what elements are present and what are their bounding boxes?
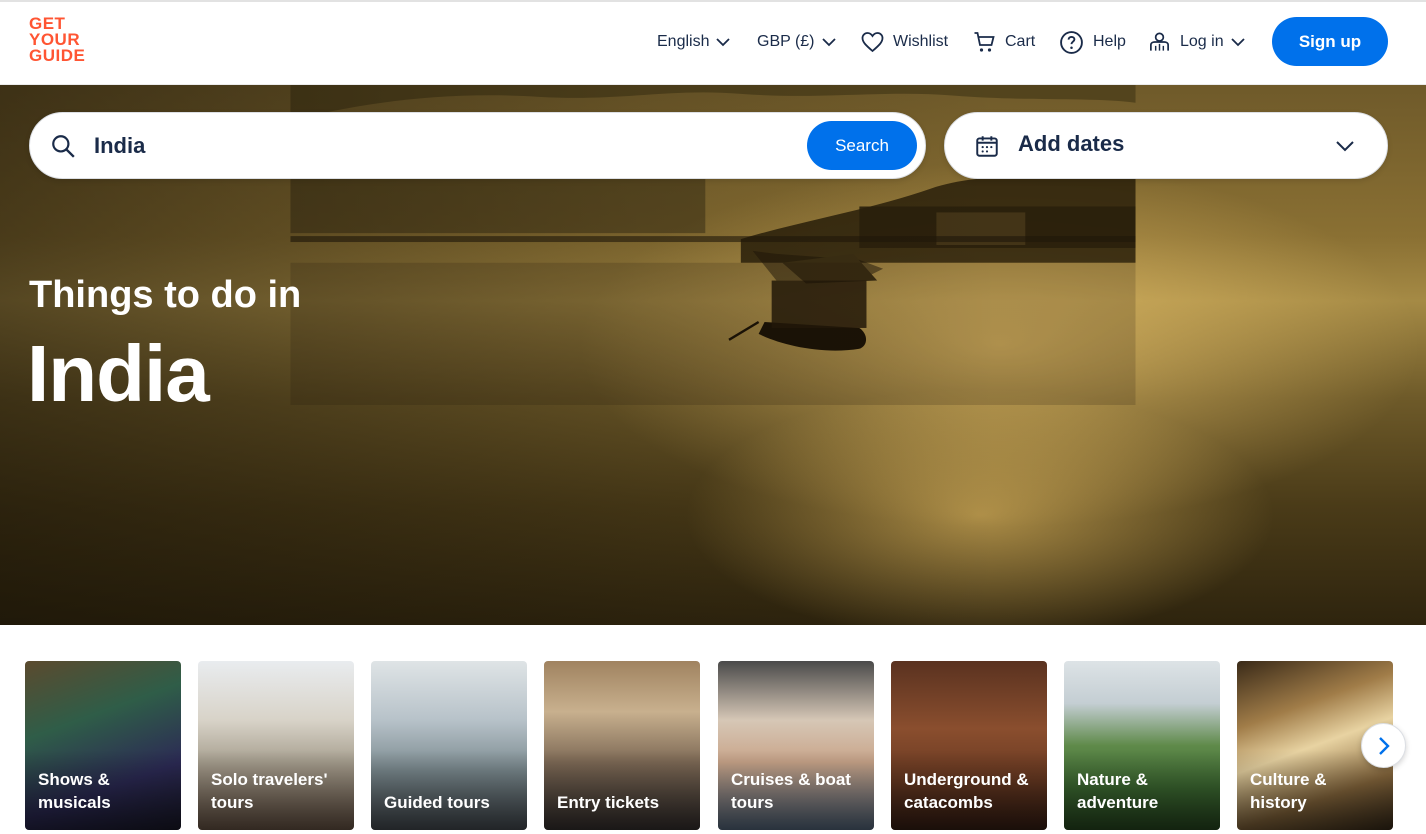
- cart-icon: [974, 32, 995, 52]
- category-card-entry-tickets[interactable]: Entry tickets: [544, 661, 700, 830]
- category-card-underground-catacombs[interactable]: Underground & catacombs: [891, 661, 1047, 830]
- currency-selector[interactable]: GBP (£): [757, 28, 837, 56]
- date-picker[interactable]: Add dates: [944, 112, 1388, 179]
- carousel-next-button[interactable]: [1361, 723, 1406, 768]
- calendar-icon: [976, 136, 998, 157]
- category-carousel: Shows & musicals Solo travelers' tours G…: [0, 661, 1426, 831]
- search-input[interactable]: India: [94, 133, 145, 159]
- category-label: Cruises & boat tours: [731, 770, 851, 812]
- chevron-down-icon: [821, 38, 836, 47]
- language-selector[interactable]: English: [657, 28, 731, 56]
- cart-link[interactable]: Cart: [972, 28, 1035, 56]
- chevron-down-icon: [716, 38, 731, 47]
- card-shade: [544, 750, 700, 830]
- category-card-shows-musicals[interactable]: Shows & musicals: [25, 661, 181, 830]
- getyourguide-logo[interactable]: GET YOUR GUIDE: [29, 15, 93, 68]
- language-label: English: [657, 33, 710, 50]
- category-label: Culture & history: [1250, 770, 1327, 812]
- heart-icon: [861, 32, 884, 53]
- help-icon: [1060, 30, 1083, 54]
- wishlist-link[interactable]: Wishlist: [860, 28, 948, 56]
- logo-line-3: GUIDE: [29, 46, 86, 65]
- cart-label: Cart: [1005, 33, 1036, 50]
- chevron-down-icon: [1336, 141, 1354, 152]
- category-label: Shows & musicals: [38, 770, 111, 812]
- category-card-nature-adventure[interactable]: Nature & adventure: [1064, 661, 1220, 830]
- chevron-down-icon: [1230, 38, 1245, 47]
- date-label: Add dates: [1018, 131, 1125, 156]
- chevron-right-icon: [1378, 736, 1390, 755]
- search-bar[interactable]: India Search: [29, 112, 926, 179]
- login-menu[interactable]: Log in: [1148, 28, 1246, 56]
- signup-button[interactable]: Sign up: [1272, 17, 1388, 66]
- login-label: Log in: [1180, 33, 1224, 50]
- wishlist-label: Wishlist: [893, 33, 949, 50]
- user-icon: [1150, 32, 1169, 51]
- hero-subtitle: Things to do in: [29, 274, 302, 316]
- category-label: Entry tickets: [557, 793, 660, 812]
- help-link[interactable]: Help: [1059, 28, 1126, 56]
- category-card-guided-tours[interactable]: Guided tours: [371, 661, 527, 830]
- currency-label: GBP (£): [757, 33, 815, 50]
- top-navigation-bar: GET YOUR GUIDE English GBP (£) Wishlist …: [0, 0, 1426, 85]
- category-label: Underground & catacombs: [904, 770, 1029, 812]
- search-button[interactable]: Search: [807, 121, 917, 170]
- help-label: Help: [1093, 33, 1126, 50]
- search-icon: [52, 135, 75, 158]
- category-label: Guided tours: [384, 793, 490, 812]
- hero-title: India: [27, 329, 210, 418]
- category-card-solo-travelers-tours[interactable]: Solo travelers' tours: [198, 661, 354, 830]
- category-label: Solo travelers' tours: [211, 770, 328, 812]
- card-shade: [371, 750, 527, 830]
- category-card-cruises-boat-tours[interactable]: Cruises & boat tours: [718, 661, 874, 830]
- category-label: Nature & adventure: [1077, 770, 1159, 812]
